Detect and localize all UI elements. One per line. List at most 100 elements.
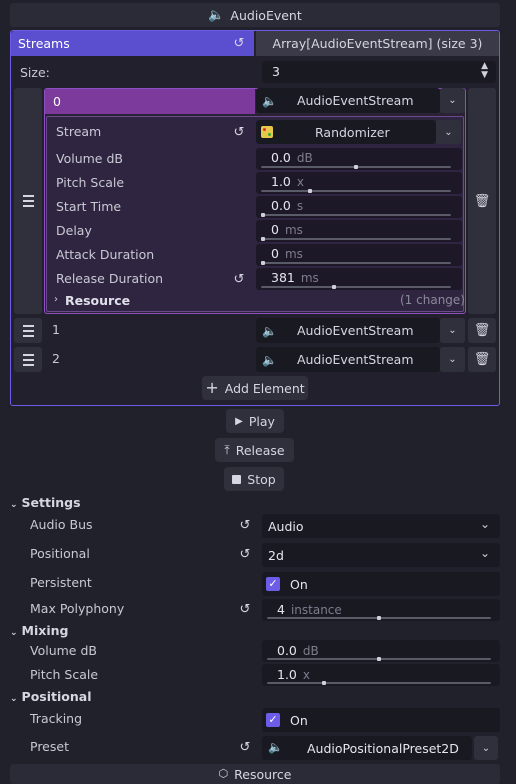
preset-dropdown-button[interactable]: ⌄: [474, 736, 498, 760]
mixing-volume-unit: dB: [302, 644, 319, 658]
array-button[interactable]: Array[AudioEventStream] (size 3): [256, 31, 499, 56]
release-label: Release: [235, 442, 285, 458]
mixing-volume-slider[interactable]: [267, 657, 491, 661]
slider-knob[interactable]: [308, 189, 312, 193]
prop-slider[interactable]: [261, 261, 451, 265]
play-label: Play: [248, 413, 275, 429]
prop-value: 1.0: [271, 174, 291, 189]
prop-field[interactable]: 0 ms: [256, 220, 462, 242]
prop-value: 0.0: [271, 150, 291, 165]
item-1-type-field[interactable]: 🔈 AudioEventStream: [256, 318, 440, 343]
audio-bus-select[interactable]: Audio ⌄: [262, 514, 500, 538]
checkbox-checked-icon[interactable]: ✓: [266, 713, 280, 727]
prop-field[interactable]: 1.0 x: [256, 172, 462, 194]
mixing-volume-field[interactable]: 0.0 dB: [262, 640, 500, 662]
prop-field[interactable]: 0 ms: [256, 244, 462, 266]
max-polyphony-field[interactable]: 4 instance: [262, 599, 500, 621]
item-2-dropdown-button[interactable]: ⌄: [440, 347, 465, 372]
item-0-header[interactable]: 0: [45, 89, 255, 114]
slider-knob[interactable]: [332, 285, 336, 289]
mixing-title: Mixing: [21, 623, 69, 638]
streams-label-bar[interactable]: Streams: [11, 31, 254, 56]
item-0-type-field[interactable]: 🔈 AudioEventStream: [256, 88, 440, 113]
stop-icon: [232, 474, 242, 484]
item-0-delete-button[interactable]: 🗑: [468, 88, 496, 314]
prop-slider[interactable]: [261, 237, 451, 241]
slider-knob[interactable]: [377, 657, 381, 661]
release-duration-revert-icon[interactable]: ↺: [232, 273, 246, 287]
stop-button[interactable]: Stop: [224, 467, 284, 491]
spin-arrows-icon[interactable]: ▲ ▼: [481, 62, 488, 80]
slider-knob[interactable]: [322, 681, 326, 685]
slider-knob[interactable]: [261, 237, 265, 241]
item-1-index: 1: [52, 322, 60, 337]
chevron-down-icon: ⌄: [10, 500, 18, 510]
mixing-pitch-slider[interactable]: [267, 681, 491, 685]
item-1-drag-handle[interactable]: [14, 318, 42, 343]
preset-revert-icon[interactable]: ↺: [238, 741, 252, 755]
prop-label: Release Duration: [56, 271, 164, 286]
stream-value: Randomizer: [315, 124, 390, 140]
slider-knob[interactable]: [354, 165, 358, 169]
item-2-type-field[interactable]: 🔈 AudioEventStream: [256, 347, 440, 372]
speaker-icon: 🔈: [262, 323, 277, 338]
preset-picker[interactable]: 🔈 AudioPositionalPreset2D: [262, 736, 472, 760]
item-1-dropdown-button[interactable]: ⌄: [440, 318, 465, 343]
resource-label[interactable]: Resource: [65, 293, 130, 308]
release-button[interactable]: ⤒ Release: [215, 438, 294, 462]
positional-title: Positional: [21, 689, 92, 704]
positional-revert-icon[interactable]: ↺: [238, 548, 252, 562]
prop-slider[interactable]: [261, 285, 451, 289]
prop-field[interactable]: 381 ms: [256, 268, 462, 290]
chevron-down-icon: ⌄: [448, 354, 457, 365]
audio-bus-revert-icon[interactable]: ↺: [238, 519, 252, 533]
item-2-drag-handle[interactable]: [14, 347, 42, 372]
chevron-down-icon: ⌄: [444, 126, 453, 138]
slider-knob[interactable]: [261, 213, 265, 217]
resource-footer-bar[interactable]: ⬡ Resource: [10, 764, 500, 784]
prop-field[interactable]: 0.0 s: [256, 196, 462, 218]
array-label: Array[AudioEventStream] (size 3): [272, 36, 483, 51]
item-2-delete-button[interactable]: 🗑: [468, 347, 496, 372]
settings-section-header[interactable]: ⌄ Settings: [10, 495, 81, 510]
max-polyphony-unit: instance: [290, 603, 342, 617]
slider-knob[interactable]: [377, 616, 381, 620]
prop-text: 0 ms: [271, 222, 303, 237]
stream-revert-icon[interactable]: ↺: [232, 126, 246, 140]
add-element-button[interactable]: + Add Element: [202, 376, 308, 400]
slider-knob[interactable]: [261, 261, 265, 265]
prop-slider[interactable]: [261, 213, 451, 217]
persistent-label: Persistent: [30, 575, 92, 590]
resource-chevron-icon[interactable]: ›: [54, 294, 58, 305]
prop-field[interactable]: 0.0 dB: [256, 148, 462, 170]
stream-picker[interactable]: Randomizer: [256, 120, 436, 144]
max-polyphony-text: 4 instance: [277, 602, 342, 617]
audio-bus-label: Audio Bus: [30, 517, 93, 532]
item-0-dropdown-button[interactable]: ⌄: [440, 88, 465, 113]
chevron-down-icon: ⌄: [481, 742, 491, 754]
positional-section-header[interactable]: ⌄ Positional: [10, 689, 92, 704]
mixing-pitch-field[interactable]: 1.0 x: [262, 664, 500, 686]
mixing-section-header[interactable]: ⌄ Mixing: [10, 623, 68, 638]
tracking-toggle[interactable]: ✓ On: [262, 708, 500, 732]
prop-slider[interactable]: [261, 165, 451, 169]
drag-handle-icon: [22, 353, 34, 366]
max-polyphony-revert-icon[interactable]: ↺: [238, 603, 252, 617]
prop-slider[interactable]: [261, 189, 451, 193]
prop-label: Start Time: [56, 199, 122, 214]
size-spinbox[interactable]: 3 ▲ ▼: [262, 61, 496, 83]
prop-unit: ms: [300, 271, 319, 285]
prop-unit: dB: [296, 151, 313, 165]
stream-dropdown-button[interactable]: ⌄: [436, 120, 461, 144]
streams-revert-icon[interactable]: ↺: [232, 37, 246, 51]
play-button[interactable]: ▶ Play: [226, 409, 284, 433]
persistent-toggle[interactable]: ✓ On: [262, 572, 500, 596]
chevron-down-icon: ⌄: [10, 628, 18, 638]
item-1-type: AudioEventStream: [296, 323, 414, 338]
checkbox-checked-icon[interactable]: ✓: [266, 577, 280, 591]
mixing-pitch-unit: x: [302, 668, 310, 682]
max-polyphony-slider[interactable]: [267, 616, 491, 620]
item-1-delete-button[interactable]: 🗑: [468, 318, 496, 343]
item-0-drag-handle[interactable]: [14, 88, 42, 314]
positional-select[interactable]: 2d ⌄: [262, 543, 500, 567]
